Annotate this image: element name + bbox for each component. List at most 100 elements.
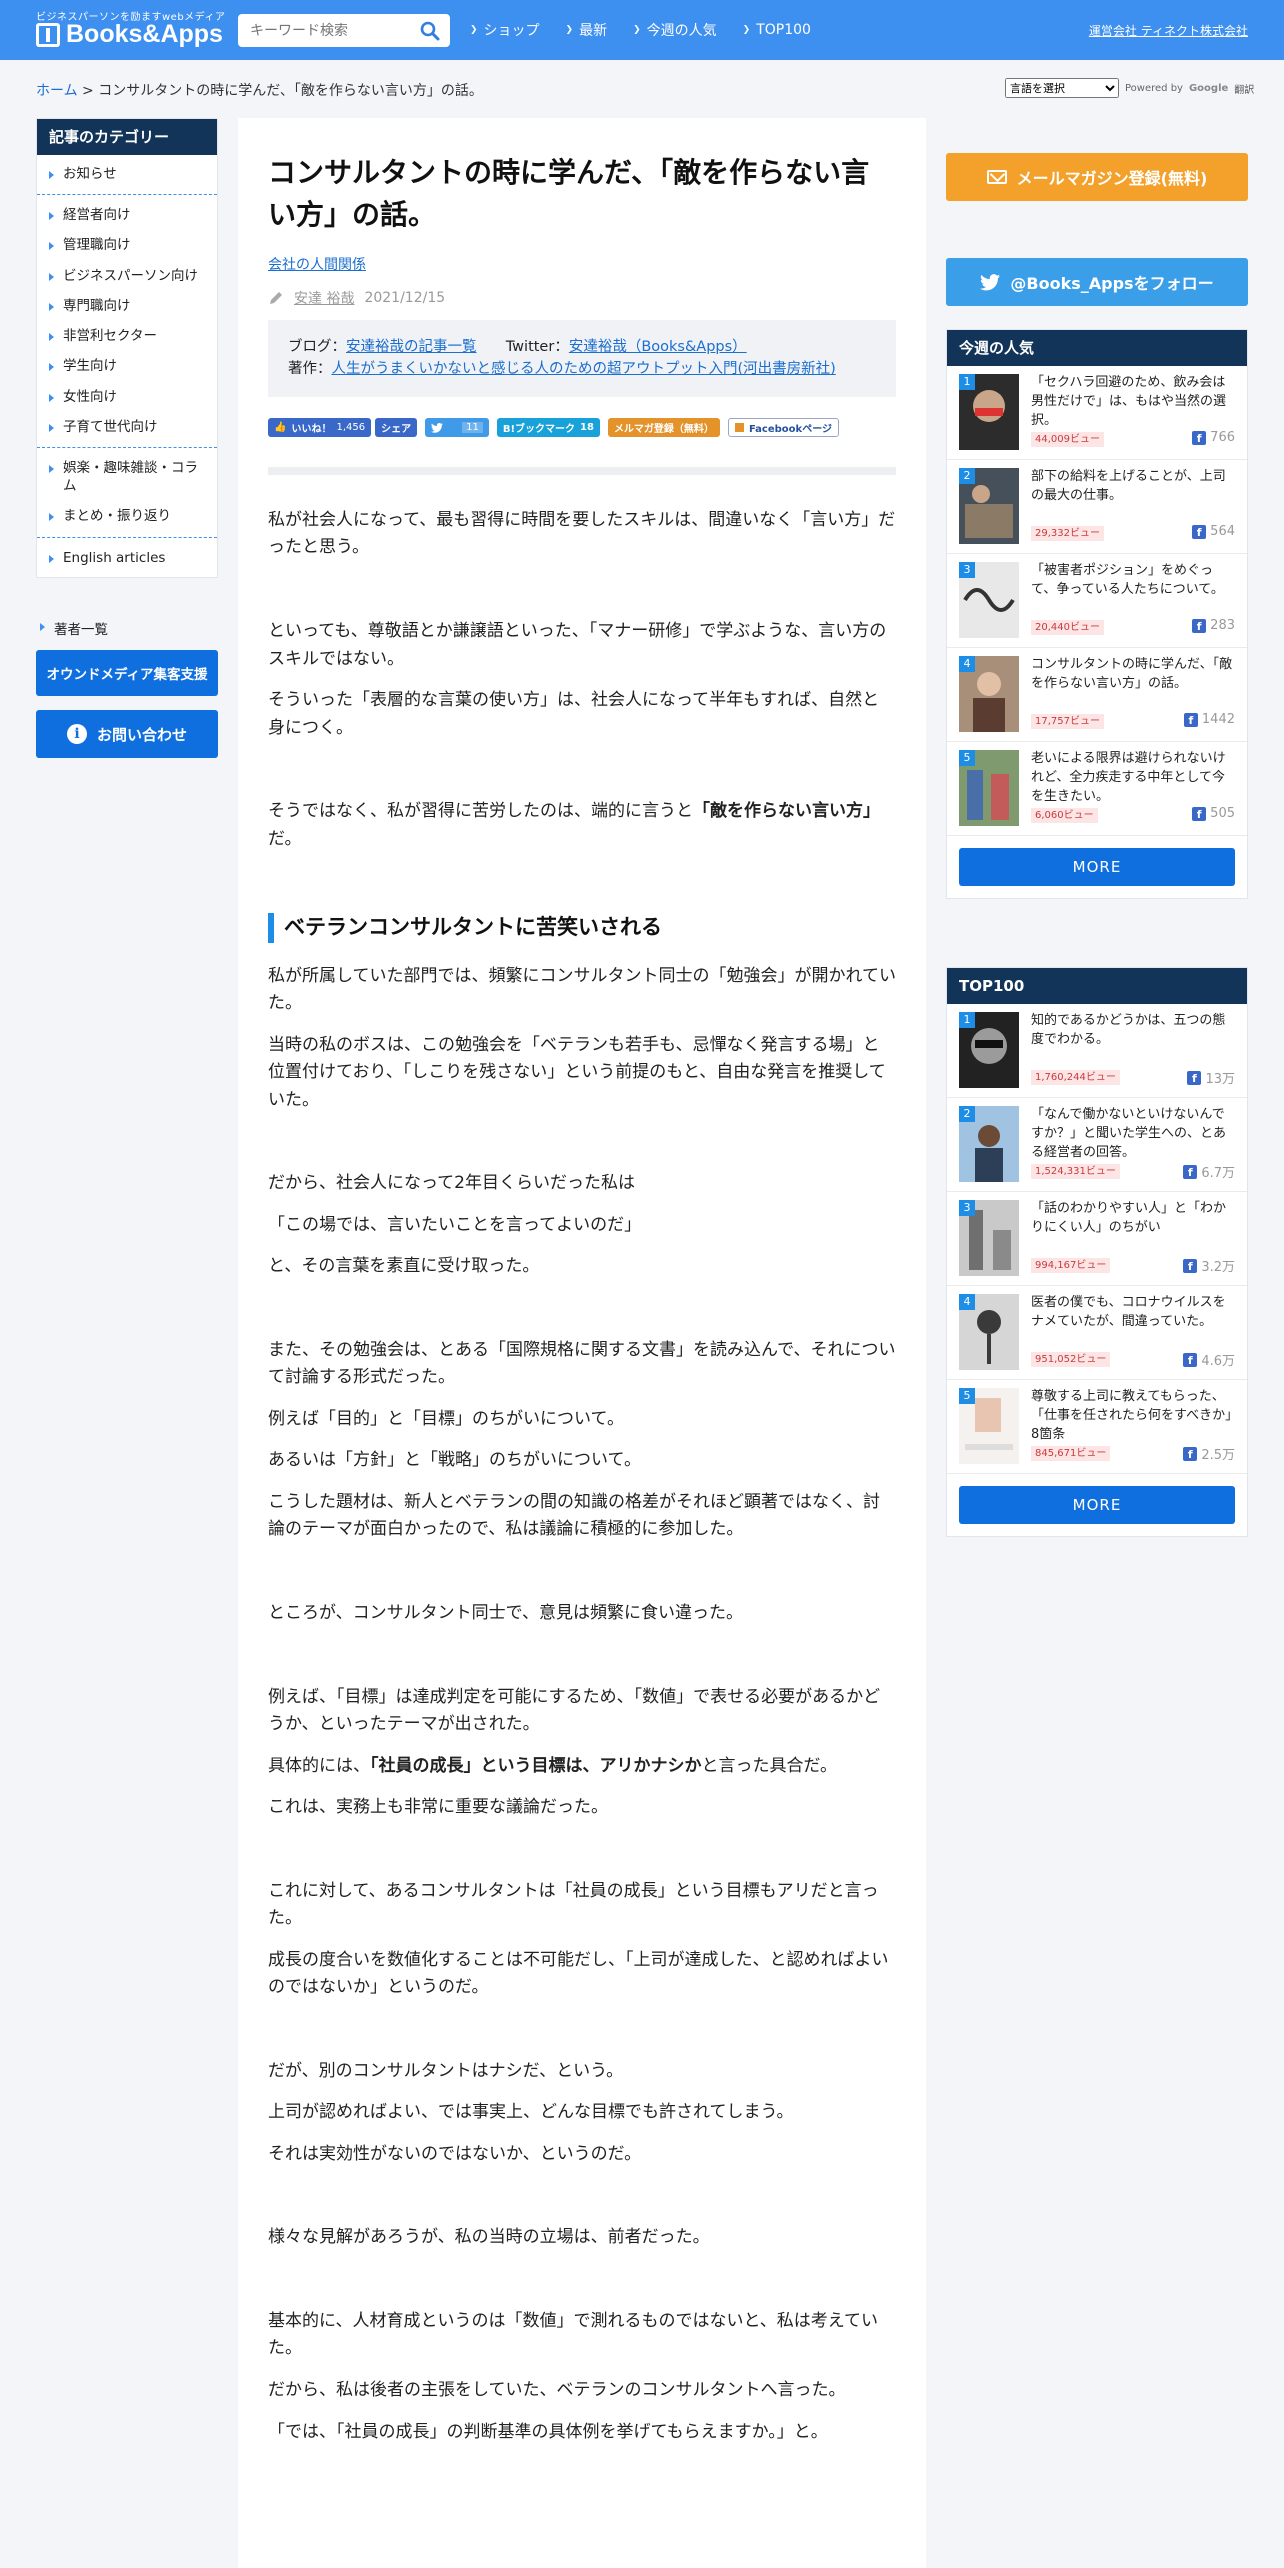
search-icon[interactable]: [420, 21, 440, 41]
twitter-bird-icon: [431, 422, 444, 433]
breadcrumb-current: コンサルタントの時に学んだ、「敵を作らない言い方」の話。: [98, 83, 483, 99]
view-count: 1,524,331ビュー: [1031, 1164, 1120, 1179]
chevron-right-icon: ❯: [470, 25, 478, 35]
nav-weekly-popular[interactable]: ❯ 今週の人気: [633, 20, 717, 40]
paragraph: 当時の私のボスは、この勉強会を「ベテランも若手も、忌憚なく発言する場」と位置付け…: [268, 1034, 886, 1110]
nav-top100[interactable]: ❯ TOP100: [743, 22, 811, 38]
facebook-page-button[interactable]: Facebookページ: [727, 418, 839, 438]
pen-icon: [270, 292, 282, 304]
site-logo[interactable]: ビジネスパーソンを励ますwebメディア Books&Apps: [36, 8, 225, 49]
facebook-likes: f 505: [1192, 806, 1235, 821]
facebook-likes: f 564: [1192, 524, 1235, 539]
owned-media-button[interactable]: オウンドメディア集客支援: [36, 650, 218, 696]
category-item-nonprofit[interactable]: 非営利セクター: [37, 321, 217, 351]
category-item-column[interactable]: 娯楽・趣味雑談・コラム: [37, 453, 217, 501]
category-divider: [37, 536, 217, 538]
category-item-english[interactable]: English articles: [37, 543, 217, 573]
section-heading: ベテランコンサルタントに苦笑いされる: [268, 913, 896, 943]
paragraph: といっても、尊敬語とか謙譲語といった、「マナー研修」で学ぶような、言い方のスキル…: [268, 621, 887, 669]
ranking-title: 医者の僕でも、コロナウイルスをナメていたが、間違っていた。: [1031, 1295, 1226, 1329]
hatena-bookmark-button[interactable]: B!ブックマーク 18: [496, 418, 600, 438]
breadcrumb-separator: >: [82, 83, 94, 99]
paragraph: 「この場では、言いたいことを言ってよいのだ」: [268, 1214, 642, 1235]
category-item-parents[interactable]: 子育て世代向け: [37, 412, 217, 442]
ranking-title: 老いによる限界は避けられないけれど、全力疾走する中年として今を生きたい。: [1031, 751, 1226, 804]
category-divider: [37, 446, 217, 448]
paragraph: と、その言葉を素直に受け取った。: [268, 1256, 540, 1277]
weekly-more-button[interactable]: MORE: [959, 848, 1235, 886]
ranking-item[interactable]: 5 老いによる限界は避けられないけれど、全力疾走する中年として今を生きたい。 6…: [947, 742, 1247, 836]
hatena-count: 18: [580, 422, 594, 434]
rank-badge: 2: [959, 468, 975, 484]
ranking-item[interactable]: 5 尊敬する上司に教えてもらった、「仕事を任されたら何をすべきか」8箇条 845…: [947, 1380, 1247, 1474]
paragraph: 私が所属していた部門では、頻繁にコンサルタント同士の「勉強会」が開かれていた。: [268, 965, 896, 1014]
article-category-link[interactable]: 会社の人間関係: [268, 254, 366, 274]
logo-text: Books&Apps: [66, 20, 223, 48]
top100-heading: TOP100: [947, 968, 1247, 1004]
twitter-link[interactable]: 安達裕哉（Books&Apps）: [569, 339, 747, 355]
ranking-item[interactable]: 1 知的であるかどうかは、五つの態度でわかる。 1,760,244ビュー f 13…: [947, 1004, 1247, 1098]
facebook-icon: f: [1183, 1352, 1198, 1367]
category-item-specialists[interactable]: 専門職向け: [37, 291, 217, 321]
category-item-executives[interactable]: 経営者向け: [37, 200, 217, 230]
translate-widget: 言語を選択 Powered by Google 翻訳: [1005, 78, 1254, 98]
weekly-popular-heading: 今週の人気: [947, 330, 1247, 366]
blog-link[interactable]: 安達裕哉の記事一覧: [346, 339, 477, 355]
twitter-follow-button[interactable]: @Books_Appsをフォロー: [946, 258, 1248, 306]
facebook-icon: f: [1183, 1164, 1198, 1179]
ranking-item[interactable]: 3 「被害者ポジション」をめぐって、争っている人たちについて。 20,440ビュ…: [947, 554, 1247, 648]
rank-badge: 4: [959, 1294, 975, 1310]
ranking-item[interactable]: 4 医者の僕でも、コロナウイルスをナメていたが、間違っていた。 951,052ビ…: [947, 1286, 1247, 1380]
ranking-item[interactable]: 3 「話のわかりやすい人」と「わかりにくい人」のちがい 994,167ビュー f…: [947, 1192, 1247, 1286]
contact-button[interactable]: i お問い合わせ: [36, 710, 218, 758]
rank-badge: 5: [959, 1388, 975, 1404]
category-item-women[interactable]: 女性向け: [37, 382, 217, 412]
category-item-managers[interactable]: 管理職向け: [37, 230, 217, 260]
authors-link[interactable]: 著者一覧: [36, 618, 108, 638]
mail-magazine-button[interactable]: メールマガジン登録(無料): [946, 153, 1248, 201]
ranking-item[interactable]: 1 「セクハラ回避のため、飲み会は男性だけで」は、もはや当然の選択。 44,00…: [947, 366, 1247, 460]
ranking-title: 「なんで働かないといけないんですか？」と聞いた学生への、とある経営者の回答。: [1031, 1107, 1227, 1160]
breadcrumb-home[interactable]: ホーム: [36, 83, 78, 99]
rank-badge: 3: [959, 562, 975, 578]
company-link[interactable]: 運営会社 ティネクト株式会社: [1089, 22, 1248, 39]
info-icon: i: [66, 724, 87, 744]
rank-badge: 5: [959, 750, 975, 766]
article-body: 私が社会人になって、最も習得に時間を要したスキルは、間違いなく「言い方」だったと…: [268, 507, 896, 2446]
nav-shop[interactable]: ❯ ショップ: [470, 20, 540, 40]
chevron-right-icon: ❯: [633, 25, 641, 35]
mailmag-button[interactable]: メルマガ登録（無料）: [607, 418, 720, 438]
main-nav: ❯ ショップ ❯ 最新 ❯ 今週の人気 ❯ TOP100: [470, 0, 811, 60]
paragraph: ところが、コンサルタント同士で、意見は頻繁に食い違った。: [268, 1603, 743, 1624]
book-link[interactable]: 人生がうまくいかないと感じる人のための超アウトプット入門(河出書房新社): [332, 361, 836, 377]
category-item-business[interactable]: ビジネスパーソン向け: [37, 261, 217, 291]
facebook-like-button[interactable]: 👍 いいね！ 1,456: [268, 418, 372, 438]
logo-tagline: ビジネスパーソンを励ますwebメディア: [36, 12, 226, 23]
article-author-link[interactable]: 安達 裕哉: [294, 288, 354, 308]
view-count: 44,009ビュー: [1031, 432, 1104, 447]
powered-by-label: Powered by: [1125, 82, 1183, 94]
top100-more-button[interactable]: MORE: [959, 1486, 1235, 1524]
facebook-likes: f 4.6万: [1183, 1350, 1235, 1369]
category-item-summary[interactable]: まとめ・振り返り: [37, 501, 217, 531]
ranking-item[interactable]: 2 部下の給料を上げることが、上司の最大の仕事。 29,332ビュー f 564: [947, 460, 1247, 554]
language-select[interactable]: 言語を選択: [1005, 78, 1119, 98]
paragraph: だから、私は後者の主張をしていた、ベテランのコンサルタントへ言った。: [268, 2379, 846, 2400]
paragraph: だが、別のコンサルタントはナシだ、という。: [268, 2060, 624, 2081]
ranking-title: 尊敬する上司に教えてもらった、「仕事を任されたら何をすべきか」8箇条: [1031, 1389, 1232, 1442]
nav-latest[interactable]: ❯ 最新: [566, 20, 608, 40]
category-item-news[interactable]: お知らせ: [37, 159, 217, 189]
article-meta: 安達 裕哉 2021/12/15: [268, 288, 896, 308]
ranking-title: 部下の給料を上げることが、上司の最大の仕事。: [1031, 469, 1226, 503]
ranking-item[interactable]: 4 コンサルタントの時に学んだ、「敵を作らない言い方」の話。 17,757ビュー…: [947, 648, 1247, 742]
share-buttons: 👍 いいね！ 1,456 シェア 11 B!ブックマーク 18 メルマガ登録（無…: [268, 417, 896, 439]
search-input[interactable]: [238, 14, 408, 47]
envelope-icon: [986, 170, 1007, 184]
paragraph: 上司が認めればよい、では事実上、どんな目標でも許されてしまう。: [268, 2102, 794, 2123]
tweet-button[interactable]: 11: [425, 418, 489, 438]
facebook-share-button[interactable]: シェア: [375, 418, 418, 438]
ranking-item[interactable]: 2 「なんで働かないといけないんですか？」と聞いた学生への、とある経営者の回答。…: [947, 1098, 1247, 1192]
paragraph: 成長の度合いを数値化することは不可能だし、「上司が達成した、と認めればよいのでは…: [268, 1949, 889, 1998]
category-item-students[interactable]: 学生向け: [37, 351, 217, 381]
top100-panel: TOP100 1 知的であるかどうかは、五つの態度でわかる。 1,760,244…: [946, 967, 1248, 1537]
